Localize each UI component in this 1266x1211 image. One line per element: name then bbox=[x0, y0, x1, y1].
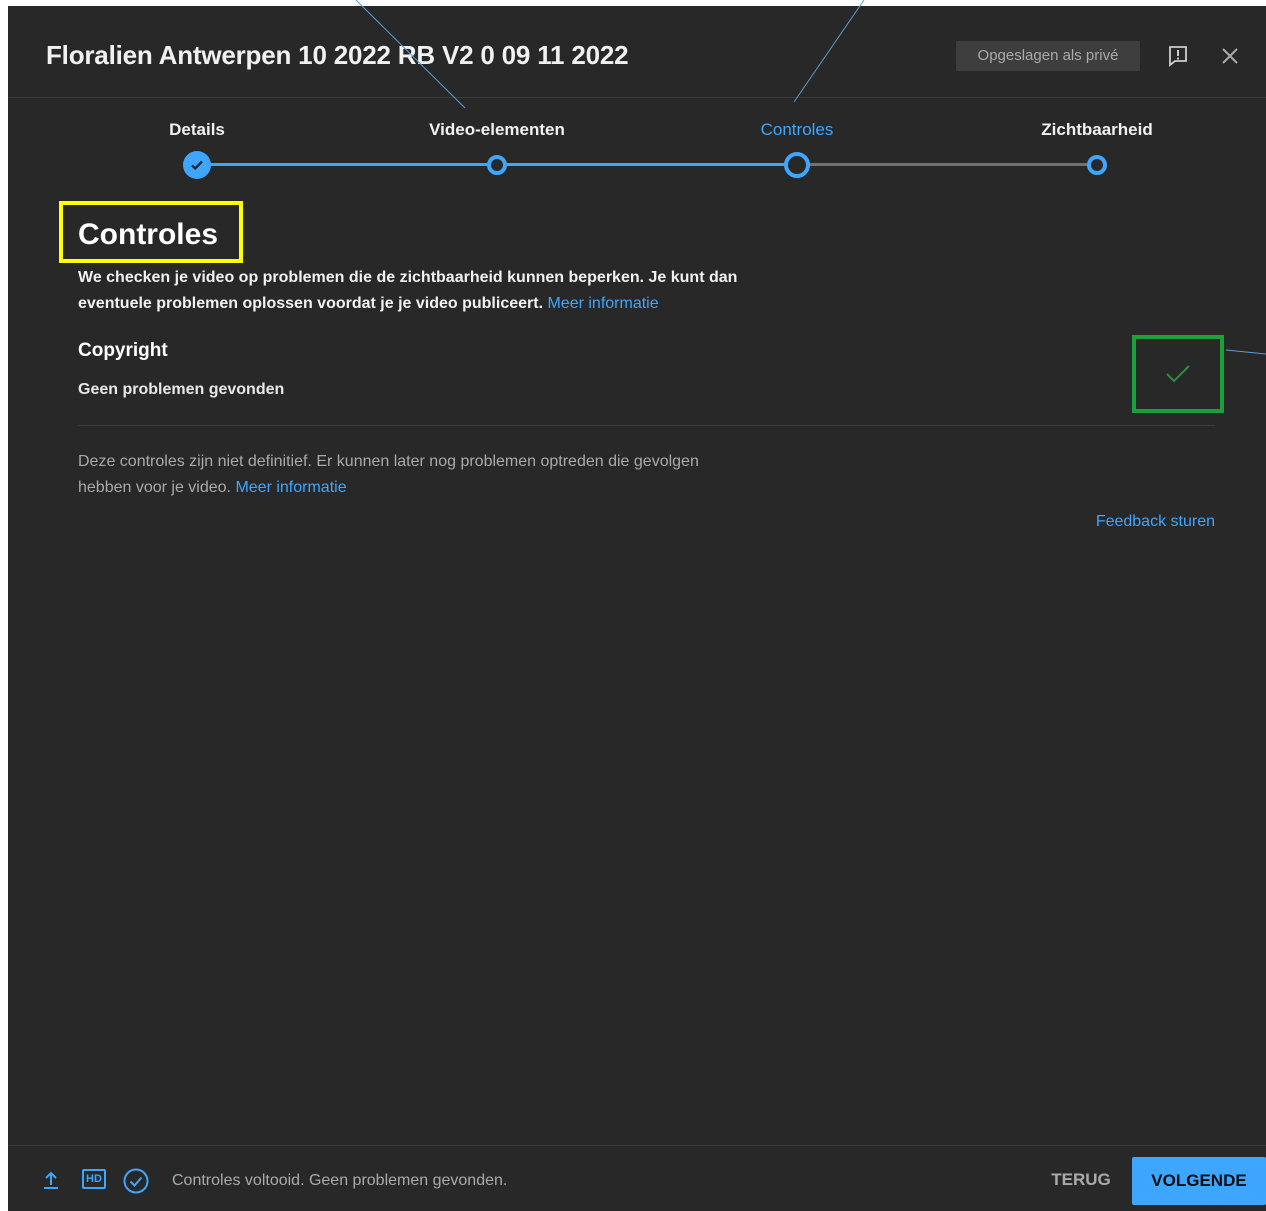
screenshot-stage: Floralien Antwerpen 10 2022 RB V2 0 09 1… bbox=[0, 0, 1266, 1211]
step-checks[interactable]: Controles bbox=[761, 120, 834, 140]
close-icon[interactable] bbox=[1214, 40, 1246, 72]
upload-icon bbox=[40, 1169, 62, 1191]
step-details[interactable]: Details bbox=[169, 120, 225, 140]
copyright-status: Geen problemen gevonden bbox=[78, 381, 285, 398]
step-video-elements-dot[interactable] bbox=[487, 155, 507, 175]
back-button[interactable]: TERUG bbox=[1038, 1162, 1124, 1198]
checks-intro: We checken je video op problemen die de … bbox=[78, 265, 758, 317]
send-feedback-link[interactable]: Feedback sturen bbox=[1096, 513, 1215, 531]
video-title: Floralien Antwerpen 10 2022 RB V2 0 09 1… bbox=[46, 40, 629, 70]
stepper-track-pending bbox=[796, 163, 1097, 166]
checks-disclaimer: Deze controles zijn niet definitief. Er … bbox=[78, 449, 718, 501]
disclaimer-text: Deze controles zijn niet definitief. Er … bbox=[78, 453, 699, 496]
copyright-label: Copyright bbox=[78, 340, 168, 361]
page-title: Controles bbox=[78, 218, 219, 251]
next-button[interactable]: VOLGENDE bbox=[1132, 1157, 1266, 1205]
step-visibility[interactable]: Zichtbaarheid bbox=[1041, 120, 1152, 140]
checkmark-icon bbox=[1166, 365, 1190, 383]
annotation-highlight-green bbox=[1132, 335, 1224, 413]
dialog-header: Floralien Antwerpen 10 2022 RB V2 0 09 1… bbox=[8, 6, 1266, 98]
hd-badge: HD bbox=[82, 1169, 106, 1189]
dialog-footer: HD Controles voltooid. Geen problemen ge… bbox=[8, 1145, 1266, 1211]
step-details-done-icon[interactable] bbox=[183, 151, 211, 179]
footer-status-text: Controles voltooid. Geen problemen gevon… bbox=[172, 1172, 508, 1189]
upload-stepper: Details Video-elementen Controles Zichtb… bbox=[8, 98, 1266, 188]
step-checks-dot[interactable] bbox=[784, 152, 810, 178]
step-video-elements[interactable]: Video-elementen bbox=[429, 120, 565, 140]
disclaimer-learn-more-link[interactable]: Meer informatie bbox=[235, 479, 346, 496]
intro-learn-more-link[interactable]: Meer informatie bbox=[547, 295, 658, 312]
divider bbox=[78, 425, 1215, 426]
upload-dialog: Floralien Antwerpen 10 2022 RB V2 0 09 1… bbox=[8, 6, 1266, 1211]
saved-status-chip: Opgeslagen als privé bbox=[956, 41, 1140, 71]
report-flag-icon[interactable] bbox=[1162, 40, 1194, 72]
step-visibility-dot[interactable] bbox=[1087, 155, 1107, 175]
check-circle-icon bbox=[122, 1167, 150, 1195]
